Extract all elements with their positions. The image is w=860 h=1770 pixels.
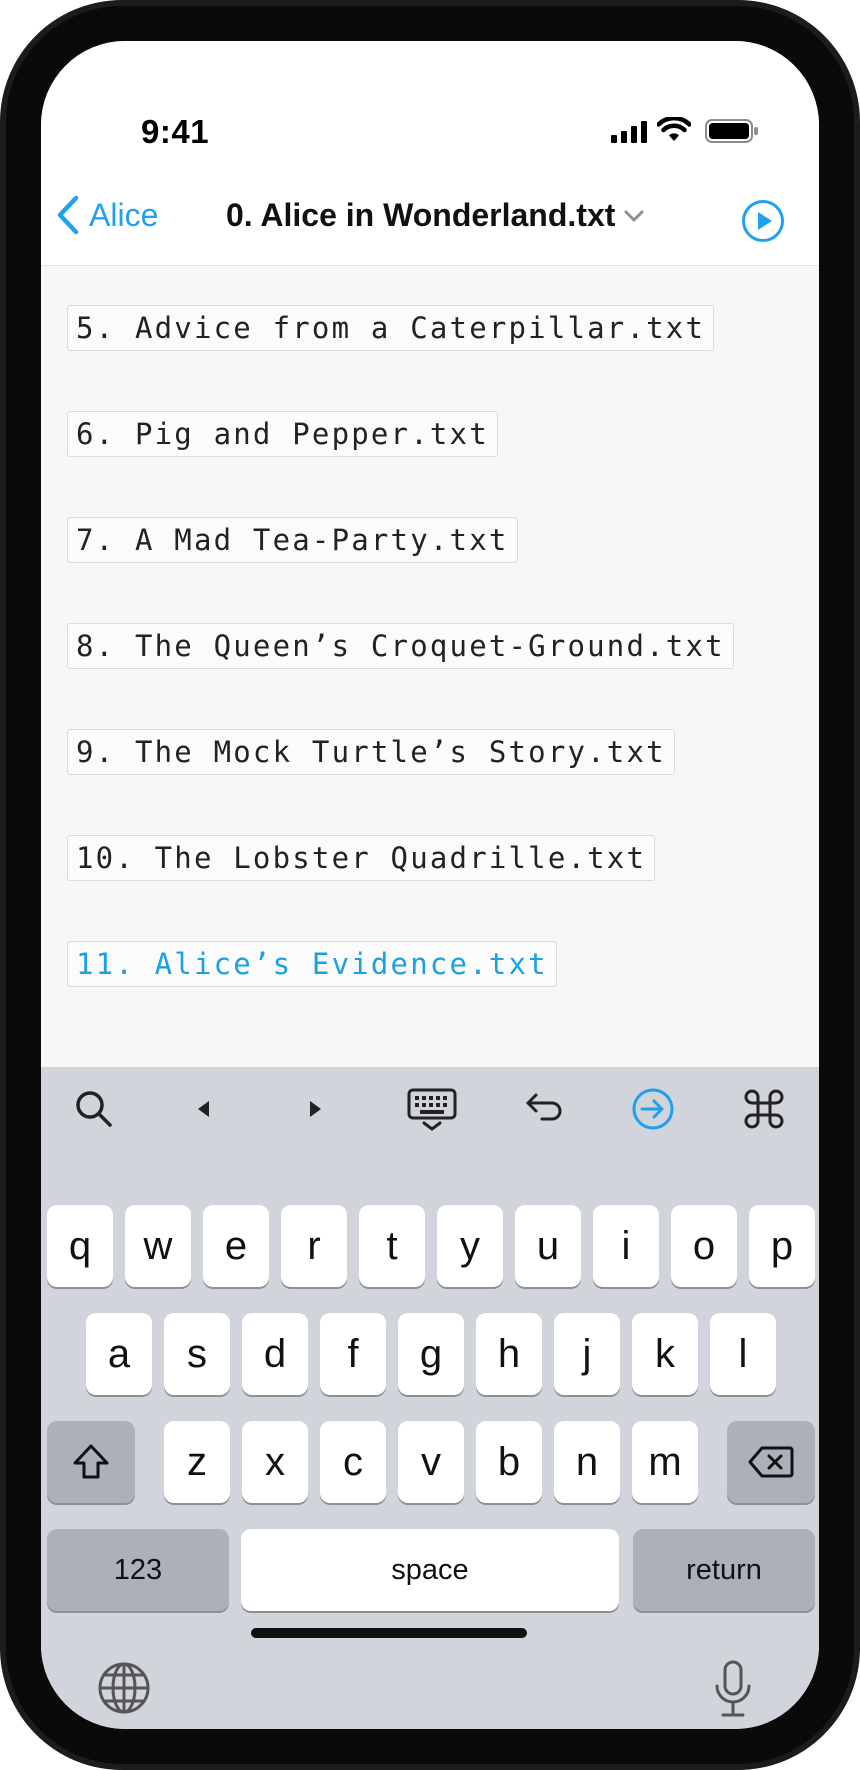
numbers-key[interactable]: 123	[47, 1529, 229, 1611]
key[interactable]: h	[476, 1313, 542, 1395]
shift-icon	[73, 1444, 109, 1479]
key[interactable]: w	[125, 1205, 191, 1287]
keyboard-toolbar	[41, 1067, 819, 1151]
navigation-bar: Alice 0. Alice in Wonderland.txt	[41, 161, 819, 266]
page-title: 0. Alice in Wonderland.txt	[226, 197, 616, 233]
key[interactable]: t	[359, 1205, 425, 1287]
file-link[interactable]: 8. The Queen’s Croquet-Ground.txt	[67, 623, 734, 669]
key[interactable]: y	[437, 1205, 503, 1287]
back-label: Alice	[89, 196, 159, 233]
key[interactable]: b	[476, 1421, 542, 1503]
document-title-menu[interactable]: 0. Alice in Wonderland.txt	[226, 197, 645, 234]
status-time: 9:41	[141, 113, 210, 150]
key[interactable]: v	[398, 1421, 464, 1503]
globe-button[interactable]	[97, 1661, 151, 1715]
key[interactable]: q	[47, 1205, 113, 1287]
key[interactable]: g	[398, 1313, 464, 1395]
key[interactable]: i	[593, 1205, 659, 1287]
return-key[interactable]: return	[633, 1529, 815, 1611]
key[interactable]: d	[242, 1313, 308, 1395]
file-link-active[interactable]: 11. Alice’s Evidence.txt	[67, 941, 557, 987]
key[interactable]: j	[554, 1313, 620, 1395]
key[interactable]: f	[320, 1313, 386, 1395]
back-button[interactable]: Alice	[55, 193, 158, 237]
go-button[interactable]	[630, 1087, 676, 1131]
globe-icon	[98, 1662, 150, 1714]
key[interactable]: c	[320, 1421, 386, 1503]
cursor-right-button[interactable]	[292, 1087, 338, 1131]
home-indicator[interactable]	[251, 1628, 527, 1638]
key[interactable]: p	[749, 1205, 815, 1287]
play-icon[interactable]	[741, 199, 785, 243]
delete-key[interactable]	[727, 1421, 815, 1503]
wifi-icon	[657, 117, 691, 141]
key[interactable]: s	[164, 1313, 230, 1395]
key[interactable]: o	[671, 1205, 737, 1287]
key[interactable]: k	[632, 1313, 698, 1395]
search-button[interactable]	[71, 1087, 117, 1131]
screen: 9:41 Alice 0. Alice in Wonderland.txt 5.…	[41, 41, 819, 1729]
file-link[interactable]: 5. Advice from a Caterpillar.txt	[67, 305, 715, 351]
dismiss-keyboard-button[interactable]	[405, 1087, 459, 1131]
microphone-icon	[715, 1660, 751, 1717]
key[interactable]: n	[554, 1421, 620, 1503]
key[interactable]: r	[281, 1205, 347, 1287]
cellular-signal-icon	[611, 121, 647, 143]
key[interactable]: m	[632, 1421, 698, 1503]
dictation-button[interactable]	[713, 1659, 753, 1719]
delete-backspace-icon	[748, 1446, 794, 1478]
cursor-left-button[interactable]	[181, 1087, 227, 1131]
undo-button[interactable]	[519, 1087, 565, 1131]
file-link[interactable]: 9. The Mock Turtle’s Story.txt	[67, 729, 675, 775]
right-arrow-icon	[310, 1101, 321, 1117]
undo-icon	[526, 1093, 562, 1121]
chevron-down-icon	[624, 210, 644, 221]
chevron-left-icon	[57, 195, 79, 235]
key[interactable]: e	[203, 1205, 269, 1287]
battery-icon	[705, 119, 758, 143]
status-bar: 9:41	[41, 41, 819, 161]
command-icon	[744, 1089, 784, 1129]
space-key[interactable]: space	[241, 1529, 619, 1611]
key[interactable]: u	[515, 1205, 581, 1287]
key[interactable]: l	[710, 1313, 776, 1395]
key[interactable]: x	[242, 1421, 308, 1503]
shift-key[interactable]	[47, 1421, 135, 1503]
search-icon	[76, 1091, 112, 1127]
file-link[interactable]: 10. The Lobster Quadrille.txt	[67, 835, 656, 881]
file-list: 5. Advice from a Caterpillar.txt 6. Pig …	[41, 266, 819, 1066]
command-button[interactable]	[741, 1087, 787, 1131]
file-link[interactable]: 7. A Mad Tea-Party.txt	[67, 517, 518, 563]
key[interactable]: z	[164, 1421, 230, 1503]
file-link[interactable]: 6. Pig and Pepper.txt	[67, 411, 498, 457]
key[interactable]: a	[86, 1313, 152, 1395]
keyboard-dismiss-icon	[407, 1088, 457, 1131]
go-icon	[632, 1088, 674, 1130]
left-arrow-icon	[198, 1101, 209, 1117]
